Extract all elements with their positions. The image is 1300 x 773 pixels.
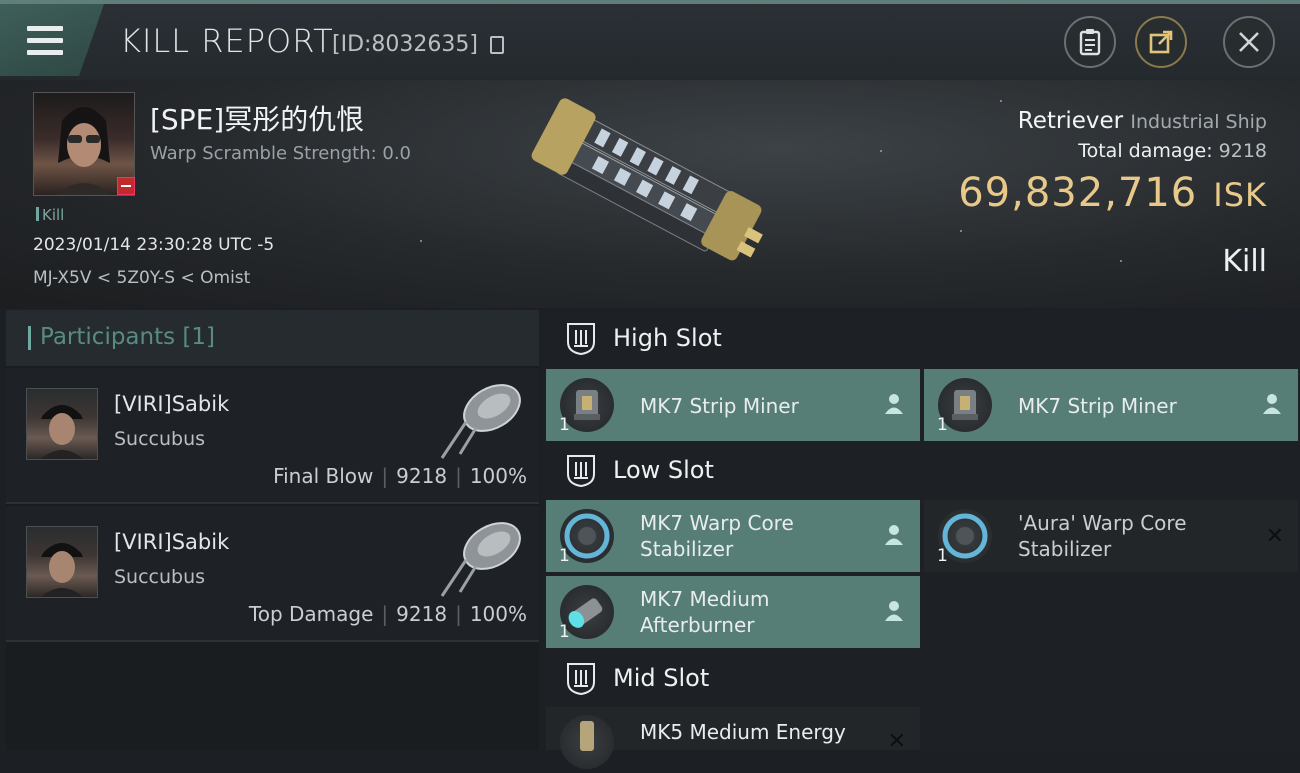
victim-portrait[interactable]	[33, 92, 135, 196]
module-quantity: 1	[937, 415, 948, 435]
close-icon	[1239, 32, 1259, 52]
shield-icon	[567, 455, 595, 488]
module-name: MK7 Warp Core Stabilizer	[640, 510, 794, 562]
participant-ship-icon	[440, 522, 521, 597]
module-name-line2: Afterburner	[640, 613, 755, 637]
kill-datetime: 2023/01/14 23:30:28 UTC -5	[33, 235, 275, 255]
participant-ship: Succubus	[114, 428, 206, 450]
participant-name: [VIRI]Sabik	[114, 392, 230, 416]
participant-damage: 9218	[396, 464, 448, 488]
participant-avatar[interactable]	[26, 388, 98, 460]
participant-card[interactable]: [VIRI]Sabik Succubus Top Damage | 9218 | 100…	[6, 506, 539, 642]
shield-icon	[567, 323, 595, 356]
destroyed-icon: ✕	[887, 729, 906, 754]
page-title: KILL REPORT	[120, 22, 334, 60]
high-slot-header: High Slot	[545, 310, 1300, 368]
energy-module-icon	[560, 715, 614, 769]
destroyed-icon: ✕	[1265, 524, 1284, 549]
copy-icon[interactable]	[490, 36, 504, 54]
warp-scramble-strength: Warp Scramble Strength: 0.0	[150, 143, 412, 164]
ship-type: Retriever Industrial Ship	[1018, 108, 1267, 134]
module-low-3[interactable]: 1 MK7 Medium Afterburner	[546, 576, 920, 648]
module-low-2[interactable]: 1 'Aura' Warp Core Stabilizer ✕	[924, 500, 1298, 572]
module-name-line1: 'Aura' Warp Core	[1018, 511, 1187, 535]
mid-slot-header: Mid Slot	[545, 650, 1300, 708]
high-slot-label: High Slot	[613, 324, 722, 352]
module-quantity: 1	[937, 546, 948, 566]
mid-slot-label: Mid Slot	[613, 664, 710, 692]
ship-image	[531, 98, 763, 261]
total-damage-value: 9218	[1218, 140, 1267, 162]
share-button[interactable]	[1135, 16, 1187, 68]
module-quantity: 1	[559, 622, 570, 642]
participant-role: Top Damage	[248, 602, 374, 626]
module-high-1[interactable]: 1 MK7 Strip Miner	[546, 369, 920, 441]
module-quantity: 1	[559, 546, 570, 566]
stats-separator: |	[381, 602, 389, 626]
close-button[interactable]	[1223, 16, 1275, 68]
pilot-icon	[885, 394, 903, 414]
pilot-icon	[885, 601, 903, 621]
module-quantity: 1	[559, 415, 570, 435]
participant-portrait	[41, 543, 83, 597]
module-name: MK7 Medium Afterburner	[640, 586, 769, 638]
participant-percent: 100%	[469, 602, 527, 626]
share-icon	[1149, 30, 1173, 54]
kill-location[interactable]: MJ-X5V < 5Z0Y-S < Omist	[33, 268, 250, 288]
participant-damage: 9218	[396, 602, 448, 626]
ship-name[interactable]: Retriever	[1018, 108, 1123, 134]
module-high-2[interactable]: 1 MK7 Strip Miner	[924, 369, 1298, 441]
participant-portrait	[41, 405, 83, 459]
module-name: 'Aura' Warp Core Stabilizer	[1018, 510, 1187, 562]
module-name-line1: MK7 Warp Core	[640, 511, 794, 535]
isk-amount: 69,832,716	[958, 170, 1198, 216]
isk-unit: ISK	[1213, 176, 1267, 214]
participant-ship-icon	[440, 384, 521, 459]
kill-tag: Kill	[36, 206, 64, 224]
participant-stats: Final Blow | 9218 | 100%	[273, 464, 527, 488]
participant-role: Final Blow	[273, 464, 374, 488]
module-mid-1[interactable]: MK5 Medium Energy ✕	[546, 707, 920, 769]
total-damage-label: Total damage:	[1078, 140, 1213, 162]
participants-accent	[28, 326, 31, 350]
low-slot-label: Low Slot	[613, 456, 714, 484]
stats-separator: |	[455, 464, 462, 488]
pilot-icon	[885, 525, 903, 545]
participant-stats: Top Damage | 9218 | 100%	[249, 602, 527, 626]
kill-tag-label: Kill	[42, 206, 65, 224]
clipboard-icon	[1079, 29, 1101, 56]
low-slot-header: Low Slot	[545, 442, 1300, 500]
module-low-1[interactable]: 1 MK7 Warp Core Stabilizer	[546, 500, 920, 572]
module-name: MK5 Medium Energy	[640, 720, 846, 744]
module-name: MK7 Strip Miner	[640, 394, 799, 418]
shield-icon	[567, 663, 595, 696]
module-name-line1: MK7 Medium	[640, 587, 770, 611]
stats-separator: |	[381, 464, 389, 488]
participant-card[interactable]: [VIRI]Sabik Succubus Final Blow | 9218 | 100…	[6, 368, 539, 504]
module-name-line2: Stabilizer	[1018, 537, 1112, 561]
kill-tag-marker	[36, 207, 39, 221]
participant-ship: Succubus	[114, 566, 206, 588]
stats-separator: |	[455, 602, 462, 626]
clipboard-button[interactable]	[1064, 16, 1116, 68]
total-damage: Total damage: 9218	[1078, 140, 1267, 162]
participants-label: Participants [1]	[40, 324, 215, 350]
participant-name: [VIRI]Sabik	[114, 530, 230, 554]
isk-value: 69,832,716 ISK	[958, 170, 1267, 216]
kill-result: Kill	[1222, 244, 1267, 279]
victim-name: [SPE]冥彤的仇恨	[150, 103, 365, 136]
kill-id: [ID:8032635]	[332, 32, 478, 57]
ship-class: Industrial Ship	[1130, 111, 1267, 133]
pilot-icon	[1263, 394, 1281, 414]
hostile-badge	[117, 177, 135, 195]
module-name-line2: Stabilizer	[640, 537, 734, 561]
module-name: MK7 Strip Miner	[1018, 394, 1177, 418]
participant-avatar[interactable]	[26, 526, 98, 598]
participant-percent: 100%	[469, 464, 527, 488]
